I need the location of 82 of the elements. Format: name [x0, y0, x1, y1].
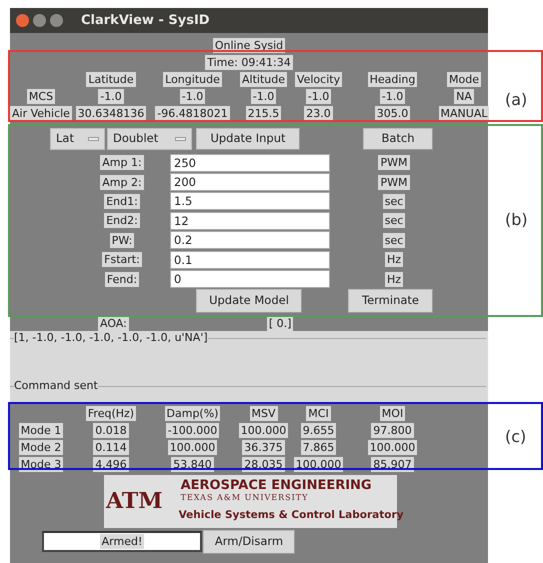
university-logo: ATM: [106, 486, 163, 516]
input-field[interactable]: 1.5: [170, 192, 330, 210]
input-field[interactable]: 0: [170, 270, 330, 288]
value-label: MANUAL: [438, 106, 490, 121]
column-header: Freq(Hz): [86, 406, 136, 421]
menu-indicator-icon: [175, 136, 186, 140]
university-name: TEXAS A&M UNIVERSITY: [180, 493, 310, 504]
value-label: -1.0: [98, 89, 124, 104]
value-label: 30.6348136: [76, 106, 146, 121]
value-label: NA: [454, 89, 474, 104]
batch-button[interactable]: Batch: [363, 128, 433, 150]
time-label: Time: 09:41:34: [205, 55, 293, 70]
column-header: MSV: [250, 406, 278, 421]
value-label: 36.375: [242, 440, 285, 455]
annotation-label: (a): [505, 89, 528, 111]
close-icon[interactable]: [16, 14, 29, 27]
row-label: Air Vehicle: [10, 106, 72, 121]
unit-label: sec: [382, 213, 406, 228]
value-label: -1.0: [250, 89, 276, 104]
field-label: Fend:: [104, 272, 140, 287]
unit-label: PWM: [378, 155, 410, 170]
field-label: Amp 2:: [100, 174, 144, 190]
input-field[interactable]: 0.1: [170, 250, 330, 269]
department-name: AEROSPACE ENGINEERING: [180, 478, 373, 494]
unit-label: sec: [382, 194, 406, 209]
menu-indicator-icon: [88, 136, 99, 140]
field-label: End2:: [104, 213, 140, 228]
arm-disarm-button[interactable]: Arm/Disarm: [203, 530, 295, 554]
unit-label: Hz: [384, 272, 404, 287]
annotation-label: (c): [505, 426, 526, 448]
column-header: Longitude: [163, 72, 222, 87]
input-field[interactable]: 0.2: [170, 231, 330, 250]
status-text: Armed!: [100, 534, 144, 550]
value-label: 215.5: [246, 106, 282, 121]
column-header: Damp(%): [164, 406, 220, 421]
update-model-button[interactable]: Update Model: [196, 288, 302, 313]
column-header: Altitude: [240, 72, 287, 87]
frame-title: [1, -1.0, -1.0, -1.0, -1.0, -1.0, u'NA']: [14, 330, 208, 346]
column-header: Latitude: [86, 72, 136, 87]
unit-label: Hz: [384, 252, 404, 268]
input-field[interactable]: 250: [170, 154, 330, 172]
field-label: Amp 1:: [100, 155, 144, 170]
minimize-icon[interactable]: [33, 14, 46, 27]
dropdown[interactable]: Lat: [50, 128, 105, 150]
column-header: MOI: [380, 406, 406, 421]
dropdown[interactable]: Doublet: [107, 128, 192, 150]
unit-label: PWM: [378, 174, 410, 190]
value-label: 100.000: [168, 440, 218, 455]
input-field[interactable]: 200: [170, 173, 330, 192]
frame-title: Command sent: [14, 378, 98, 394]
unit-label: sec: [382, 232, 406, 248]
value-label: -1.0: [380, 89, 406, 104]
terminate-button[interactable]: Terminate: [348, 288, 433, 313]
column-header: Velocity: [294, 72, 342, 87]
value-label: -1.0: [306, 89, 332, 104]
window-title: ClarkView - SysID: [81, 12, 210, 30]
lab-name: Vehicle Systems & Control Laboratory: [178, 508, 404, 524]
value-label: 7.865: [300, 440, 336, 455]
value-label: 9.655: [300, 422, 336, 438]
row-label: MCS: [26, 89, 56, 104]
field-label: End1:: [104, 194, 140, 209]
field-label: PW:: [110, 232, 134, 248]
input-field[interactable]: 12: [170, 212, 330, 230]
annotation-label: (b): [505, 209, 528, 231]
value-label: -100.000: [166, 422, 220, 438]
maximize-icon[interactable]: [50, 14, 63, 27]
value-label: 100.000: [368, 440, 418, 455]
value-label: 23.0: [304, 106, 333, 121]
value-label: 305.0: [374, 106, 410, 121]
value-label: 0.114: [93, 440, 129, 455]
value-label: -1.0: [180, 89, 206, 104]
value-label: 97.800: [371, 422, 414, 438]
update-input-button[interactable]: Update Input: [196, 128, 300, 150]
value-label: 100.000: [238, 422, 288, 438]
row-label: Mode 1: [18, 422, 64, 438]
value-label: 0.018: [93, 422, 129, 438]
column-header: Mode: [447, 72, 481, 87]
row-label: Mode 2: [18, 440, 64, 455]
value-label: -96.4818021: [155, 106, 230, 121]
field-label: Fstart:: [102, 252, 142, 268]
column-header: Heading: [368, 72, 418, 87]
column-header: MCI: [306, 406, 331, 421]
